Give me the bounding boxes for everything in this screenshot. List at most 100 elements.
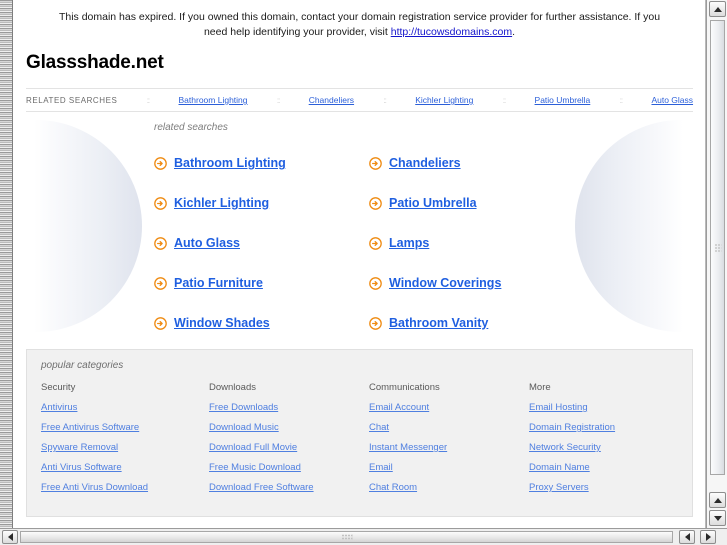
popular-categories-heading: popular categories bbox=[41, 360, 124, 371]
category-link-network-security[interactable]: Network Security bbox=[529, 442, 678, 453]
popular-categories-section: popular categories Security Antivirus Fr… bbox=[26, 349, 693, 517]
related-search-item[interactable]: Chandeliers bbox=[369, 143, 584, 183]
related-search-item[interactable]: Window Shades bbox=[154, 303, 369, 337]
browser-viewport: This domain has expired. If you owned th… bbox=[0, 0, 727, 545]
category-column-title: Downloads bbox=[209, 382, 256, 393]
navbar-separator: :: bbox=[619, 95, 624, 105]
scrollbar-grip-icon bbox=[341, 534, 352, 540]
scroll-up-button-bottom[interactable] bbox=[709, 492, 726, 508]
category-column-title: Security bbox=[41, 382, 76, 393]
page-title: Glassshade.net bbox=[26, 52, 164, 73]
arrow-circle-right-icon bbox=[369, 156, 382, 170]
arrow-circle-right-icon bbox=[369, 316, 382, 330]
scroll-right-button[interactable] bbox=[700, 530, 716, 544]
related-search-item[interactable]: Lamps bbox=[369, 223, 584, 263]
related-search-link-lamps[interactable]: Lamps bbox=[389, 236, 429, 250]
category-link-anti-virus-software[interactable]: Anti Virus Software bbox=[41, 462, 209, 473]
arrow-circle-right-icon bbox=[154, 236, 167, 250]
navbar-link-kichler-lighting[interactable]: Kichler Lighting bbox=[415, 95, 473, 105]
related-search-item[interactable]: Patio Furniture bbox=[154, 263, 369, 303]
category-column-security: Security Antivirus Free Antivirus Softwa… bbox=[41, 382, 209, 502]
navbar-separator: :: bbox=[502, 95, 507, 105]
navbar-separator: :: bbox=[383, 95, 387, 105]
category-link-spyware-removal[interactable]: Spyware Removal bbox=[41, 442, 209, 453]
related-search-item[interactable]: Bathroom Vanity bbox=[369, 303, 584, 337]
category-link-instant-messenger[interactable]: Instant Messenger bbox=[369, 442, 529, 453]
tucows-domains-link[interactable]: http://tucowsdomains.com bbox=[391, 26, 512, 38]
related-search-link-bathroom-vanity[interactable]: Bathroom Vanity bbox=[389, 316, 488, 330]
related-searches-navbar: RELATED SEARCHES :: Bathroom Lighting ::… bbox=[26, 88, 693, 112]
related-search-link-patio-umbrella[interactable]: Patio Umbrella bbox=[389, 196, 477, 210]
horizontal-scrollbar-thumb[interactable] bbox=[20, 531, 673, 543]
navbar-link-patio-umbrella[interactable]: Patio Umbrella bbox=[535, 95, 591, 105]
category-link-email[interactable]: Email bbox=[369, 462, 529, 473]
category-link-antivirus[interactable]: Antivirus bbox=[41, 402, 209, 413]
scroll-left-button[interactable] bbox=[2, 530, 18, 544]
related-search-link-chandeliers[interactable]: Chandeliers bbox=[389, 156, 461, 170]
category-column-title: Communications bbox=[369, 382, 440, 393]
related-search-link-patio-furniture[interactable]: Patio Furniture bbox=[174, 276, 263, 290]
domain-expiry-banner: This domain has expired. If you owned th… bbox=[14, 0, 705, 42]
navbar-separator: :: bbox=[146, 95, 151, 105]
expiry-message-period: . bbox=[512, 26, 516, 38]
related-search-item[interactable]: Kichler Lighting bbox=[154, 183, 369, 223]
category-link-free-music-download[interactable]: Free Music Download bbox=[209, 462, 369, 473]
related-search-link-window-coverings[interactable]: Window Coverings bbox=[389, 276, 501, 290]
scroll-left-button-right[interactable] bbox=[679, 530, 695, 544]
decorative-arc-left bbox=[34, 120, 142, 332]
triangle-right-icon bbox=[705, 533, 711, 541]
triangle-left-icon bbox=[7, 533, 13, 541]
category-link-proxy-servers[interactable]: Proxy Servers bbox=[529, 482, 678, 493]
category-link-email-hosting[interactable]: Email Hosting bbox=[529, 402, 678, 413]
category-link-chat-room[interactable]: Chat Room bbox=[369, 482, 529, 493]
related-search-item[interactable]: Window Coverings bbox=[369, 263, 584, 303]
related-search-item[interactable]: Auto Glass bbox=[154, 223, 369, 263]
category-column-communications: Communications Email Account Chat Instan… bbox=[369, 382, 529, 502]
popular-categories-columns: Security Antivirus Free Antivirus Softwa… bbox=[41, 382, 678, 502]
category-link-free-anti-virus-download[interactable]: Free Anti Virus Download bbox=[41, 482, 209, 493]
scrollbar-grip-icon bbox=[714, 243, 721, 252]
scroll-down-button[interactable] bbox=[709, 510, 726, 526]
navbar-separator: :: bbox=[276, 95, 281, 105]
related-search-link-bathroom-lighting[interactable]: Bathroom Lighting bbox=[174, 156, 286, 170]
category-link-download-full-movie[interactable]: Download Full Movie bbox=[209, 442, 369, 453]
triangle-up-icon bbox=[713, 497, 722, 503]
arrow-circle-right-icon bbox=[369, 276, 382, 290]
category-link-domain-registration[interactable]: Domain Registration bbox=[529, 422, 678, 433]
category-link-free-antivirus-software[interactable]: Free Antivirus Software bbox=[41, 422, 209, 433]
triangle-up-icon bbox=[713, 6, 722, 12]
related-searches-heading: related searches bbox=[154, 122, 228, 133]
arrow-circle-right-icon bbox=[369, 236, 382, 250]
horizontal-scrollbar[interactable] bbox=[0, 528, 727, 545]
triangle-down-icon bbox=[713, 515, 722, 521]
related-search-item[interactable]: Patio Umbrella bbox=[369, 183, 584, 223]
related-search-item[interactable]: Bathroom Lighting bbox=[154, 143, 369, 183]
arrow-circle-right-icon bbox=[154, 156, 167, 170]
category-link-download-free-software[interactable]: Download Free Software bbox=[209, 482, 369, 493]
category-link-download-music[interactable]: Download Music bbox=[209, 422, 369, 433]
arrow-circle-right-icon bbox=[154, 276, 167, 290]
category-column-downloads: Downloads Free Downloads Download Music … bbox=[209, 382, 369, 502]
vertical-scrollbar[interactable] bbox=[706, 0, 727, 528]
category-column-more: More Email Hosting Domain Registration N… bbox=[529, 382, 678, 502]
arrow-circle-right-icon bbox=[369, 196, 382, 210]
scroll-up-button[interactable] bbox=[709, 1, 726, 17]
category-link-email-account[interactable]: Email Account bbox=[369, 402, 529, 413]
arrow-circle-right-icon bbox=[154, 196, 167, 210]
navbar-link-chandeliers[interactable]: Chandeliers bbox=[309, 95, 354, 105]
navbar-link-bathroom-lighting[interactable]: Bathroom Lighting bbox=[179, 95, 248, 105]
decorative-arc-right bbox=[575, 120, 683, 332]
related-search-link-window-shades[interactable]: Window Shades bbox=[174, 316, 270, 330]
category-link-domain-name[interactable]: Domain Name bbox=[529, 462, 678, 473]
arrow-circle-right-icon bbox=[154, 316, 167, 330]
left-chrome-gutter bbox=[0, 0, 13, 528]
related-search-link-auto-glass[interactable]: Auto Glass bbox=[174, 236, 240, 250]
navbar-link-auto-glass[interactable]: Auto Glass bbox=[651, 95, 693, 105]
vertical-scrollbar-thumb[interactable] bbox=[710, 20, 725, 475]
navbar-label: RELATED SEARCHES bbox=[26, 95, 118, 105]
category-column-title: More bbox=[529, 382, 551, 393]
category-link-chat[interactable]: Chat bbox=[369, 422, 529, 433]
related-search-link-kichler-lighting[interactable]: Kichler Lighting bbox=[174, 196, 269, 210]
category-link-free-downloads[interactable]: Free Downloads bbox=[209, 402, 369, 413]
page-content: This domain has expired. If you owned th… bbox=[14, 0, 706, 528]
